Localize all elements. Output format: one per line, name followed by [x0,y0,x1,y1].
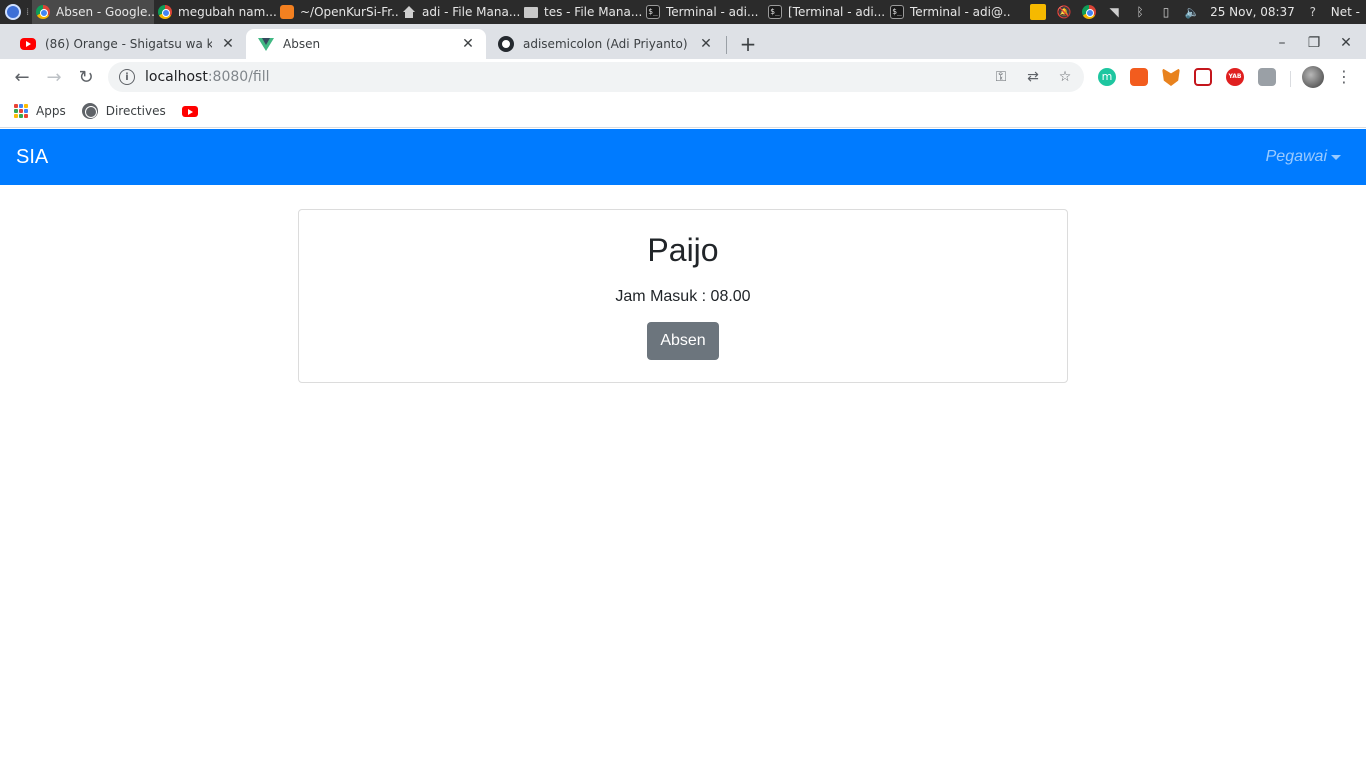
start-menu-button[interactable] [0,0,26,24]
tab-youtube[interactable]: (86) Orange - Shigatsu wa kimi uso ✕ [8,29,246,59]
extension-gray-icon[interactable] [1258,68,1276,86]
tab-title: (86) Orange - Shigatsu wa kimi uso [45,37,212,51]
close-icon[interactable]: ✕ [460,36,476,52]
taskbar-task-terminal-2[interactable]: $_ [Terminal - adi... [764,0,886,24]
youtube-icon [20,38,36,50]
battery-icon[interactable]: ▯ [1158,4,1174,20]
chrome-tray-icon[interactable] [1082,5,1097,19]
tab-title: adisemicolon (Adi Priyanto) [523,37,688,51]
tab-divider [726,36,727,54]
taskbar-task-file-manager-adi[interactable]: adi - File Mana... [398,0,520,24]
network-monitor: Net - [1330,5,1360,19]
attendance-card: Paijo Jam Masuk : 08.00 Absen [298,209,1068,383]
bookmarks-bar: Apps Directives [0,95,1366,128]
taskbar-task-label: ~/OpenKurSi-Fr... [300,5,398,19]
star-bookmark-icon[interactable]: ☆ [1056,68,1074,86]
back-button[interactable]: ← [8,63,36,91]
close-icon[interactable]: ✕ [220,36,236,52]
jam-masuk-text: Jam Masuk : 08.00 [615,288,751,305]
github-icon [498,36,514,52]
notifications-muted-icon[interactable]: 🔕 [1056,4,1072,20]
bookmark-label: Directives [105,104,166,118]
clock[interactable]: 25 Nov, 08:37 [1210,5,1295,19]
taskbar-task-terminal-1[interactable]: $_ Terminal - adi... [642,0,764,24]
youtube-icon [181,105,198,117]
taskbar-task-file-manager-tes[interactable]: tes - File Mana... [520,0,642,24]
wifi-icon[interactable]: ◥ [1106,4,1122,20]
sublime-icon [280,5,294,19]
employee-name: Paijo [647,232,719,268]
bookmark-apps[interactable]: Apps [14,104,66,118]
taskbar-task-label: [Terminal - adi... [788,5,886,19]
translate-icon[interactable]: ⇄ [1024,68,1042,86]
extension-yab-icon[interactable]: YAB [1226,68,1244,86]
dropdown-label: Pegawai [1265,148,1327,165]
taskbar-task-label: adi - File Mana... [422,5,520,19]
page-content: SIA Pegawai Paijo Jam Masuk : 08.00 Abse… [0,129,1366,768]
minimize-button[interactable]: – [1266,29,1298,57]
bookmark-directives[interactable]: Directives [81,103,166,119]
bookmark-youtube[interactable] [181,105,198,117]
url-text[interactable]: localhost:8080/fill [145,69,270,85]
taskbar-task-label: Terminal - adi@... [910,5,1010,19]
notes-icon[interactable] [1030,4,1047,20]
browser-tab-strip: (86) Orange - Shigatsu wa kimi uso ✕ Abs… [0,24,1366,59]
vue-icon [258,36,274,52]
folder-icon [524,6,538,18]
terminal-icon: $_ [768,5,782,19]
new-tab-button[interactable]: + [736,32,760,56]
desktop-taskbar: ⁞ Absen - Google... megubah nam... ~/Ope… [0,0,1366,24]
taskbar-task-label: Terminal - adi... [666,5,759,19]
apps-grid-icon [14,104,28,118]
caret-down-icon [1331,154,1341,160]
taskbar-task-terminal-3[interactable]: $_ Terminal - adi@... [886,0,1010,24]
tab-github[interactable]: adisemicolon (Adi Priyanto) ✕ [486,29,724,59]
close-icon[interactable]: ✕ [698,36,714,52]
navbar-brand[interactable]: SIA [16,146,48,169]
absen-button[interactable]: Absen [647,322,719,360]
key-icon[interactable]: ⚿ [992,68,1010,86]
tab-absen[interactable]: Absen ✕ [246,29,486,59]
bluetooth-icon[interactable]: ᛒ [1132,4,1148,20]
taskbar-task-label: megubah nam... [178,5,276,19]
site-info-icon[interactable]: i [119,69,135,85]
chrome-icon [36,5,50,19]
browser-toolbar: ← → ↻ i localhost:8080/fill ⚿ ⇄ ☆ m YAB … [0,59,1366,95]
terminal-icon: $_ [890,5,904,19]
profile-avatar[interactable] [1302,66,1324,88]
system-tray: 🔕 ◥ ᛒ ▯ 🔈 25 Nov, 08:37 ? Net - [1030,0,1366,24]
taskbar-task-label: tes - File Mana... [544,5,642,19]
distro-logo-icon [5,4,21,20]
app-navbar: SIA Pegawai [0,129,1366,185]
url-path: :8080/fill [207,69,270,85]
maximize-button[interactable]: ❐ [1298,29,1330,57]
pegawai-dropdown[interactable]: Pegawai [1266,148,1350,166]
metamask-fox-icon[interactable] [1162,68,1180,86]
forward-button[interactable]: → [40,63,68,91]
address-bar[interactable]: i localhost:8080/fill ⚿ ⇄ ☆ [108,62,1084,92]
taskbar-task-chrome-absen[interactable]: Absen - Google... [32,0,154,24]
volume-icon[interactable]: 🔈 [1184,4,1200,20]
extension-m-icon[interactable]: m [1098,68,1116,86]
chrome-icon [158,5,172,19]
window-close-button[interactable]: ✕ [1330,29,1362,57]
globe-icon [81,103,98,119]
taskbar-task-label: Absen - Google... [56,5,154,19]
reload-button[interactable]: ↻ [72,63,100,91]
bookmark-label: Apps [36,104,66,118]
toolbar-separator [1290,71,1291,87]
taskbar-task-chrome-megubah[interactable]: megubah nam... [154,0,276,24]
extension-fast-forward-icon[interactable] [1194,68,1212,86]
url-host: localhost [145,69,208,85]
tab-title: Absen [283,37,321,51]
browser-menu-icon[interactable]: ⋮ [1336,67,1352,87]
omnibox-actions: ⚿ ⇄ ☆ [992,68,1084,86]
help-icon[interactable]: ? [1305,4,1321,20]
terminal-icon: $_ [646,5,660,19]
home-folder-icon [402,5,416,19]
extension-off-icon[interactable] [1130,68,1148,86]
taskbar-task-sublime[interactable]: ~/OpenKurSi-Fr... [276,0,398,24]
